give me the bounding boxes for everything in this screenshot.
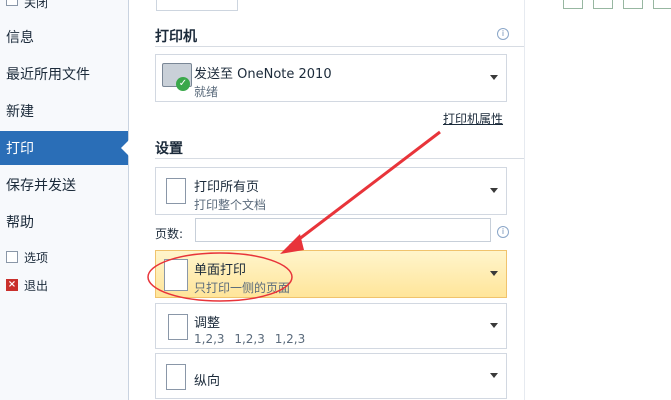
printer-section-title: 打印机 bbox=[155, 29, 197, 45]
pages-label: 页数: bbox=[155, 227, 184, 241]
orientation-title: 纵向 bbox=[194, 374, 221, 389]
sides-title: 单面打印 bbox=[194, 263, 247, 278]
zoom-icon[interactable] bbox=[563, 0, 583, 9]
orientation-dropdown[interactable]: 纵向 bbox=[155, 353, 507, 399]
printer-dropdown[interactable]: ✓ 发送至 OneNote 2010 就绪 bbox=[155, 54, 507, 102]
printer-name: 发送至 OneNote 2010 bbox=[194, 67, 332, 82]
sidebar-item-help[interactable]: 帮助 bbox=[0, 205, 128, 239]
ready-check-icon: ✓ bbox=[176, 77, 190, 91]
exit-icon: × bbox=[6, 279, 18, 291]
portrait-icon bbox=[166, 364, 186, 390]
pages-input[interactable] bbox=[195, 218, 491, 242]
chevron-down-icon bbox=[490, 373, 498, 378]
sidebar-item-options[interactable]: 选项 bbox=[0, 245, 128, 269]
single-side-icon bbox=[164, 259, 188, 291]
backstage-sidebar: 关闭 信息 最近所用文件 新建 打印 保存并发送 帮助 选项 × 退出 bbox=[0, 0, 129, 400]
sidebar-item-label: 保存并发送 bbox=[6, 178, 76, 194]
sidebar-item-label: 关闭 bbox=[24, 0, 49, 10]
sidebar-item-recent[interactable]: 最近所用文件 bbox=[0, 57, 128, 91]
print-button-edge[interactable] bbox=[156, 0, 238, 11]
collate-sub: 1,2,3 1,2,3 1,2,3 bbox=[194, 332, 306, 346]
info-icon[interactable]: i bbox=[497, 226, 509, 238]
close-doc-icon bbox=[6, 0, 18, 6]
print-range-dropdown[interactable]: 打印所有页 打印整个文档 bbox=[155, 167, 507, 215]
chevron-down-icon bbox=[490, 75, 498, 80]
page-next-icon[interactable] bbox=[653, 0, 671, 9]
options-icon bbox=[6, 251, 18, 263]
sidebar-item-label: 退出 bbox=[24, 278, 49, 293]
chevron-down-icon bbox=[490, 188, 498, 193]
sidebar-item-label: 信息 bbox=[6, 30, 34, 46]
sidebar-item-label: 打印 bbox=[6, 141, 34, 157]
sidebar-item-new[interactable]: 新建 bbox=[0, 94, 128, 128]
printer-status: 就绪 bbox=[194, 85, 219, 99]
divider bbox=[155, 158, 535, 159]
sides-dropdown[interactable]: 单面打印 只打印一侧的页面 bbox=[155, 250, 507, 298]
print-range-title: 打印所有页 bbox=[194, 180, 260, 195]
sidebar-item-close[interactable]: 关闭 bbox=[0, 0, 128, 14]
collate-icon bbox=[165, 311, 188, 340]
sidebar-item-label: 最近所用文件 bbox=[6, 67, 90, 83]
sides-sub: 只打印一侧的页面 bbox=[194, 281, 291, 295]
chevron-down-icon bbox=[490, 271, 498, 276]
collate-dropdown[interactable]: 调整 1,2,3 1,2,3 1,2,3 bbox=[155, 303, 507, 349]
fit-icon[interactable] bbox=[593, 0, 613, 9]
pages-icon bbox=[163, 175, 186, 204]
preview-area bbox=[524, 0, 671, 400]
collate-title: 调整 bbox=[194, 316, 221, 331]
sidebar-item-print[interactable]: 打印 bbox=[0, 131, 129, 165]
page-icon[interactable] bbox=[623, 0, 643, 9]
sidebar-item-label: 新建 bbox=[6, 104, 34, 120]
sidebar-item-label: 选项 bbox=[24, 250, 49, 265]
printer-properties-link[interactable]: 打印机属性 bbox=[443, 110, 503, 127]
sidebar-item-info[interactable]: 信息 bbox=[0, 20, 128, 54]
sidebar-item-label: 帮助 bbox=[6, 215, 34, 231]
print-range-sub: 打印整个文档 bbox=[194, 198, 267, 212]
chevron-down-icon bbox=[490, 323, 498, 328]
sidebar-item-exit[interactable]: × 退出 bbox=[0, 273, 128, 297]
settings-section-title: 设置 bbox=[155, 141, 183, 157]
info-icon[interactable]: i bbox=[497, 28, 509, 40]
divider bbox=[155, 46, 535, 47]
print-settings-panel: 打印机 i ✓ 发送至 OneNote 2010 就绪 打印机属性 设置 打印所… bbox=[129, 0, 535, 400]
sidebar-item-save-send[interactable]: 保存并发送 bbox=[0, 168, 128, 202]
